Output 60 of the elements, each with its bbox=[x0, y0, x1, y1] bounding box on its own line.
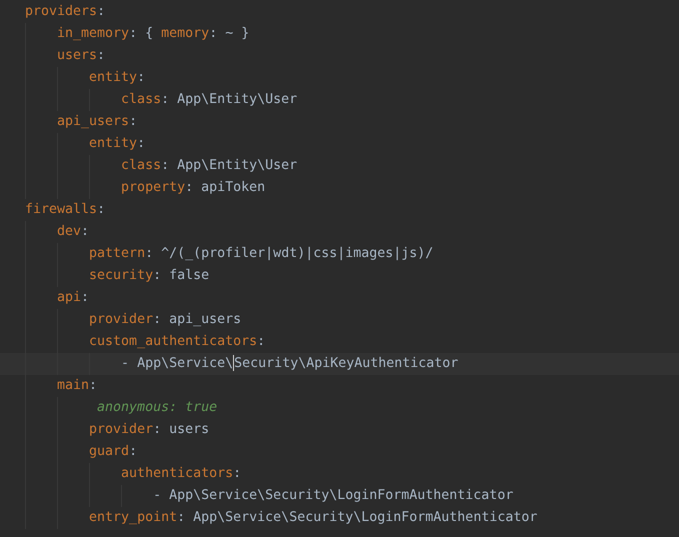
colon: : bbox=[257, 334, 266, 349]
yaml-key: api_users bbox=[57, 114, 130, 129]
yaml-key: custom_authenticators bbox=[89, 334, 258, 349]
yaml-key: provider bbox=[89, 312, 154, 327]
colon: : bbox=[129, 26, 138, 41]
yaml-key: class bbox=[121, 92, 162, 107]
yaml-key: main bbox=[57, 378, 90, 393]
yaml-key: in_memory bbox=[57, 26, 130, 41]
yaml-key: dev bbox=[57, 224, 82, 239]
yaml-key: entry_point bbox=[89, 510, 178, 525]
yaml-value: false bbox=[169, 268, 210, 283]
yaml-key: memory bbox=[161, 26, 210, 41]
colon: : bbox=[153, 312, 162, 327]
colon: : bbox=[137, 136, 146, 151]
yaml-value: apiToken bbox=[201, 180, 266, 195]
colon: : bbox=[137, 70, 146, 85]
yaml-key: class bbox=[121, 158, 162, 173]
list-dash: - bbox=[153, 488, 162, 503]
yaml-key: guard bbox=[89, 444, 130, 459]
brace: } bbox=[241, 26, 250, 41]
colon: : bbox=[145, 246, 154, 261]
yaml-key: pattern bbox=[89, 246, 146, 261]
colon: : bbox=[161, 92, 170, 107]
colon: : bbox=[209, 26, 218, 41]
yaml-key: firewalls bbox=[25, 202, 98, 217]
yaml-key: provider bbox=[89, 422, 154, 437]
yaml-key: authenticators bbox=[121, 466, 234, 481]
yaml-key: users bbox=[57, 48, 98, 63]
colon: : bbox=[129, 444, 138, 459]
colon: : bbox=[81, 290, 90, 305]
code-comment: anonymous: true bbox=[96, 400, 218, 415]
yaml-key: entity bbox=[89, 136, 138, 151]
colon: : bbox=[177, 510, 186, 525]
colon: : bbox=[153, 268, 162, 283]
colon: : bbox=[153, 422, 162, 437]
yaml-key: security bbox=[89, 268, 154, 283]
colon: : bbox=[185, 180, 194, 195]
yaml-value: App\Service\Security\ApiKeyAuthenticator bbox=[137, 356, 458, 371]
colon: : bbox=[233, 466, 242, 481]
colon: : bbox=[97, 4, 106, 19]
colon: : bbox=[89, 378, 98, 393]
yaml-value: App\Entity\User bbox=[177, 92, 298, 107]
colon: : bbox=[161, 158, 170, 173]
colon: : bbox=[97, 48, 106, 63]
yaml-value: users bbox=[169, 422, 210, 437]
yaml-key: property bbox=[121, 180, 186, 195]
list-dash: - bbox=[121, 356, 130, 371]
colon: : bbox=[81, 224, 90, 239]
yaml-value: App\Entity\User bbox=[177, 158, 298, 173]
yaml-key: providers bbox=[25, 4, 98, 19]
yaml-key: api bbox=[57, 290, 82, 305]
yaml-key: entity bbox=[89, 70, 138, 85]
yaml-value: api_users bbox=[169, 312, 242, 327]
brace: { bbox=[145, 26, 154, 41]
colon: : bbox=[97, 202, 106, 217]
yaml-value: ~ bbox=[225, 26, 234, 41]
yaml-value: App\Service\Security\LoginFormAuthenticator bbox=[169, 488, 514, 503]
yaml-value: ^/(_(profiler|wdt)|css|images|js)/ bbox=[161, 246, 434, 261]
colon: : bbox=[129, 114, 138, 129]
yaml-value: App\Service\Security\LoginFormAuthenticator bbox=[193, 510, 538, 525]
